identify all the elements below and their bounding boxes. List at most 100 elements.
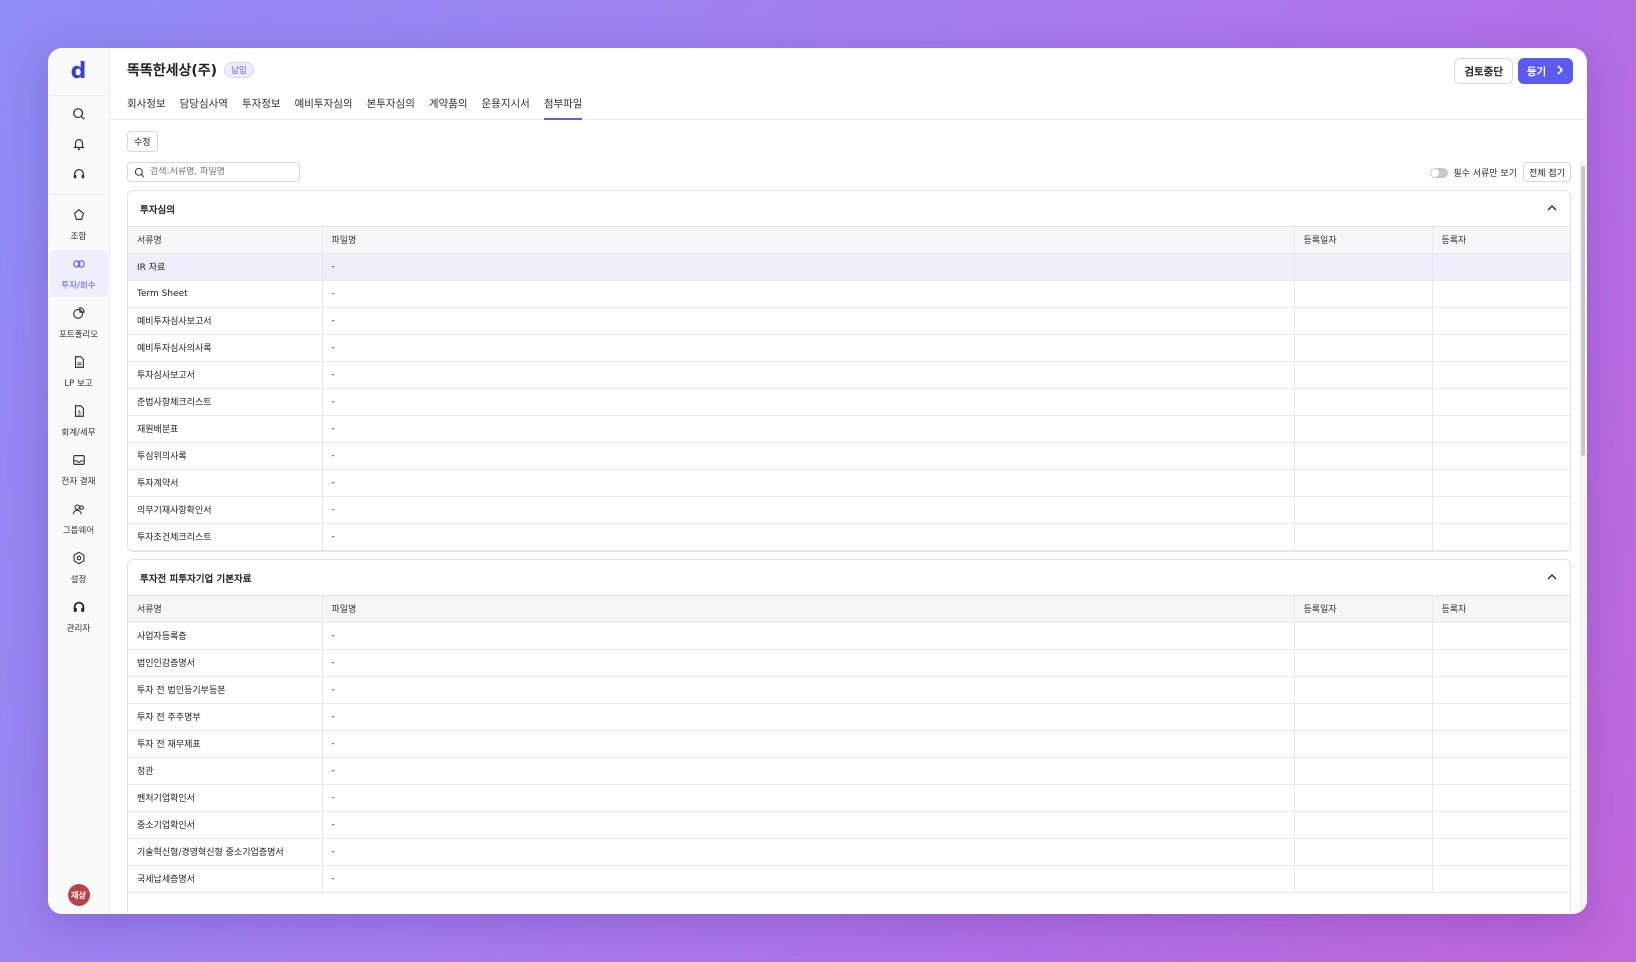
cell-file-name[interactable]: -: [322, 280, 1295, 308]
cell-file-name[interactable]: -: [322, 811, 1295, 839]
register-button[interactable]: 등기: [1518, 58, 1573, 84]
table-row[interactable]: 투자계약서 -: [128, 469, 1570, 497]
sidebar-item-label: LP 보고: [64, 379, 93, 389]
sidebar-item-investment[interactable]: 투자/회수: [49, 250, 108, 297]
headset-icon[interactable]: [65, 164, 93, 184]
bell-icon[interactable]: [65, 134, 93, 154]
sidebar-item-admin[interactable]: 관리자: [50, 593, 108, 640]
required-only-label: 필수 서류만 보기: [1453, 169, 1517, 179]
section-title: 투자전 피투자기업 기본자료: [140, 573, 252, 585]
section-header[interactable]: 투자전 피투자기업 기본자료: [128, 560, 1570, 596]
cell-date: [1294, 784, 1433, 812]
report-icon: [72, 354, 86, 373]
section-pre-investment-basics: 투자전 피투자기업 기본자료 서류명 파일명 등록일자 등록자 사업자등록증 - 법…: [127, 559, 1571, 914]
table-row[interactable]: 예비투자심사의사록 -: [128, 334, 1570, 362]
search-icon[interactable]: [65, 104, 93, 124]
tab-reviewer[interactable]: 담당심사역: [180, 94, 228, 120]
table-row[interactable]: 투자 전 주주명부 -: [128, 703, 1570, 731]
table-row[interactable]: 준법사항체크리스트 -: [128, 388, 1570, 416]
cell-registrant: [1432, 442, 1570, 470]
cell-document-name: 예비투자심사의사록: [128, 334, 323, 362]
tab-contract-approval[interactable]: 계약품의: [429, 94, 468, 120]
cell-file-name[interactable]: -: [322, 442, 1295, 470]
tab-main-review[interactable]: 본투자심의: [367, 94, 415, 120]
table-row[interactable]: 투자 전 법인등기부등본 -: [128, 676, 1570, 704]
cell-file-name[interactable]: -: [322, 703, 1295, 731]
table-row[interactable]: 국세납세증명서 -: [128, 865, 1570, 893]
section-header[interactable]: 투자심의: [128, 191, 1570, 227]
cell-file-name[interactable]: -: [322, 307, 1295, 335]
table-row[interactable]: 예비투자심사보고서 -: [128, 307, 1570, 335]
cell-registrant: [1432, 523, 1570, 551]
cell-file-name[interactable]: -: [322, 622, 1295, 650]
tab-attachments[interactable]: 첨부파일: [543, 94, 583, 120]
sidebar-item-label: 투자/회수: [61, 281, 96, 291]
table-row[interactable]: 재원배분표 -: [128, 415, 1570, 443]
column-header-document: 서류명: [128, 227, 323, 254]
sidebar-item-lp-report[interactable]: LP 보고: [50, 348, 108, 395]
edit-button[interactable]: 수정: [127, 131, 158, 152]
sidebar-item-label: 전자 결재: [61, 477, 96, 487]
cell-file-name[interactable]: -: [322, 676, 1295, 704]
cell-file-name[interactable]: -: [322, 469, 1295, 497]
tab-operation-order[interactable]: 운용지시서: [482, 94, 530, 120]
sidebar-item-label: 설정: [70, 575, 87, 585]
logo[interactable]: d: [48, 48, 109, 96]
cell-date: [1294, 622, 1433, 650]
tab-preliminary-review[interactable]: 예비투자심의: [295, 94, 353, 120]
cell-file-name[interactable]: -: [322, 757, 1295, 785]
cell-file-name[interactable]: -: [322, 253, 1295, 281]
cell-file-name[interactable]: -: [322, 730, 1295, 758]
table-row[interactable]: 중소기업확인서 -: [128, 811, 1570, 839]
cell-file-name[interactable]: -: [322, 838, 1295, 866]
cell-date: [1294, 334, 1433, 362]
table-row[interactable]: 정관 -: [128, 757, 1570, 785]
cell-document-name: 예비투자심사보고서: [128, 307, 323, 335]
table-row[interactable]: 법인인감증명서 -: [128, 649, 1570, 677]
sidebar-item-fund[interactable]: 조합: [50, 201, 108, 248]
sidebar-item-approval[interactable]: 전자 결재: [50, 446, 108, 493]
table-row[interactable]: 벤처기업확인서 -: [128, 784, 1570, 812]
fund-icon: [72, 207, 86, 226]
cell-registrant: [1432, 280, 1570, 308]
table-row[interactable]: 투자 전 재무제표 -: [128, 730, 1570, 758]
avatar[interactable]: 재상: [67, 884, 90, 906]
scrollbar-thumb[interactable]: [1581, 166, 1585, 456]
table-row[interactable]: 사업자등록증 -: [128, 622, 1570, 650]
app-window: d 조합 투자/회수 포트폴리오 LP 보고 $ 회계/세무 전자 결재 그룹웨…: [48, 48, 1587, 914]
table-row[interactable]: 투자심사보고서 -: [128, 361, 1570, 389]
cell-file-name[interactable]: -: [322, 865, 1295, 893]
table-row[interactable]: 투자조건체크리스트 -: [128, 523, 1570, 551]
cell-file-name[interactable]: -: [322, 388, 1295, 416]
cell-file-name[interactable]: -: [322, 496, 1295, 524]
cell-document-name: 재원배분표: [128, 415, 323, 443]
table-row[interactable]: IR 자료 -: [128, 253, 1570, 281]
sidebar-item-portfolio[interactable]: 포트폴리오: [50, 299, 108, 346]
cell-file-name[interactable]: -: [322, 649, 1295, 677]
sidebar-item-groupware[interactable]: 그룹웨어: [50, 495, 108, 542]
collapse-all-button[interactable]: 전체 접기: [1523, 162, 1571, 182]
search-box[interactable]: [127, 162, 300, 182]
cell-registrant: [1432, 253, 1570, 281]
table-row[interactable]: 의무기재사항확인서 -: [128, 496, 1570, 524]
review-stop-button[interactable]: 검토중단: [1454, 58, 1513, 84]
cell-file-name[interactable]: -: [322, 415, 1295, 443]
table-row[interactable]: 투심위의사록 -: [128, 442, 1570, 470]
tab-company-info[interactable]: 회사정보: [127, 94, 166, 120]
sidebar-item-label: 회계/세무: [61, 428, 96, 438]
tab-investment-info[interactable]: 투자정보: [242, 94, 281, 120]
cell-file-name[interactable]: -: [322, 784, 1295, 812]
required-only-toggle[interactable]: [1430, 167, 1449, 178]
cell-file-name[interactable]: -: [322, 361, 1295, 389]
search-input[interactable]: [150, 167, 290, 177]
cell-file-name[interactable]: -: [322, 523, 1295, 551]
chevron-up-icon[interactable]: [1546, 199, 1558, 218]
chevron-up-icon[interactable]: [1546, 568, 1558, 587]
cell-file-name[interactable]: -: [322, 334, 1295, 362]
table-row[interactable]: 기술혁신형/경영혁신형 중소기업증명서 -: [128, 838, 1570, 866]
cell-document-name: 의무기재사항확인서: [128, 496, 323, 524]
table-row[interactable]: Term Sheet -: [128, 280, 1570, 308]
groupware-icon: [72, 501, 86, 520]
sidebar-item-settings[interactable]: 설정: [50, 544, 108, 591]
sidebar-item-accounting[interactable]: $ 회계/세무: [50, 397, 108, 444]
